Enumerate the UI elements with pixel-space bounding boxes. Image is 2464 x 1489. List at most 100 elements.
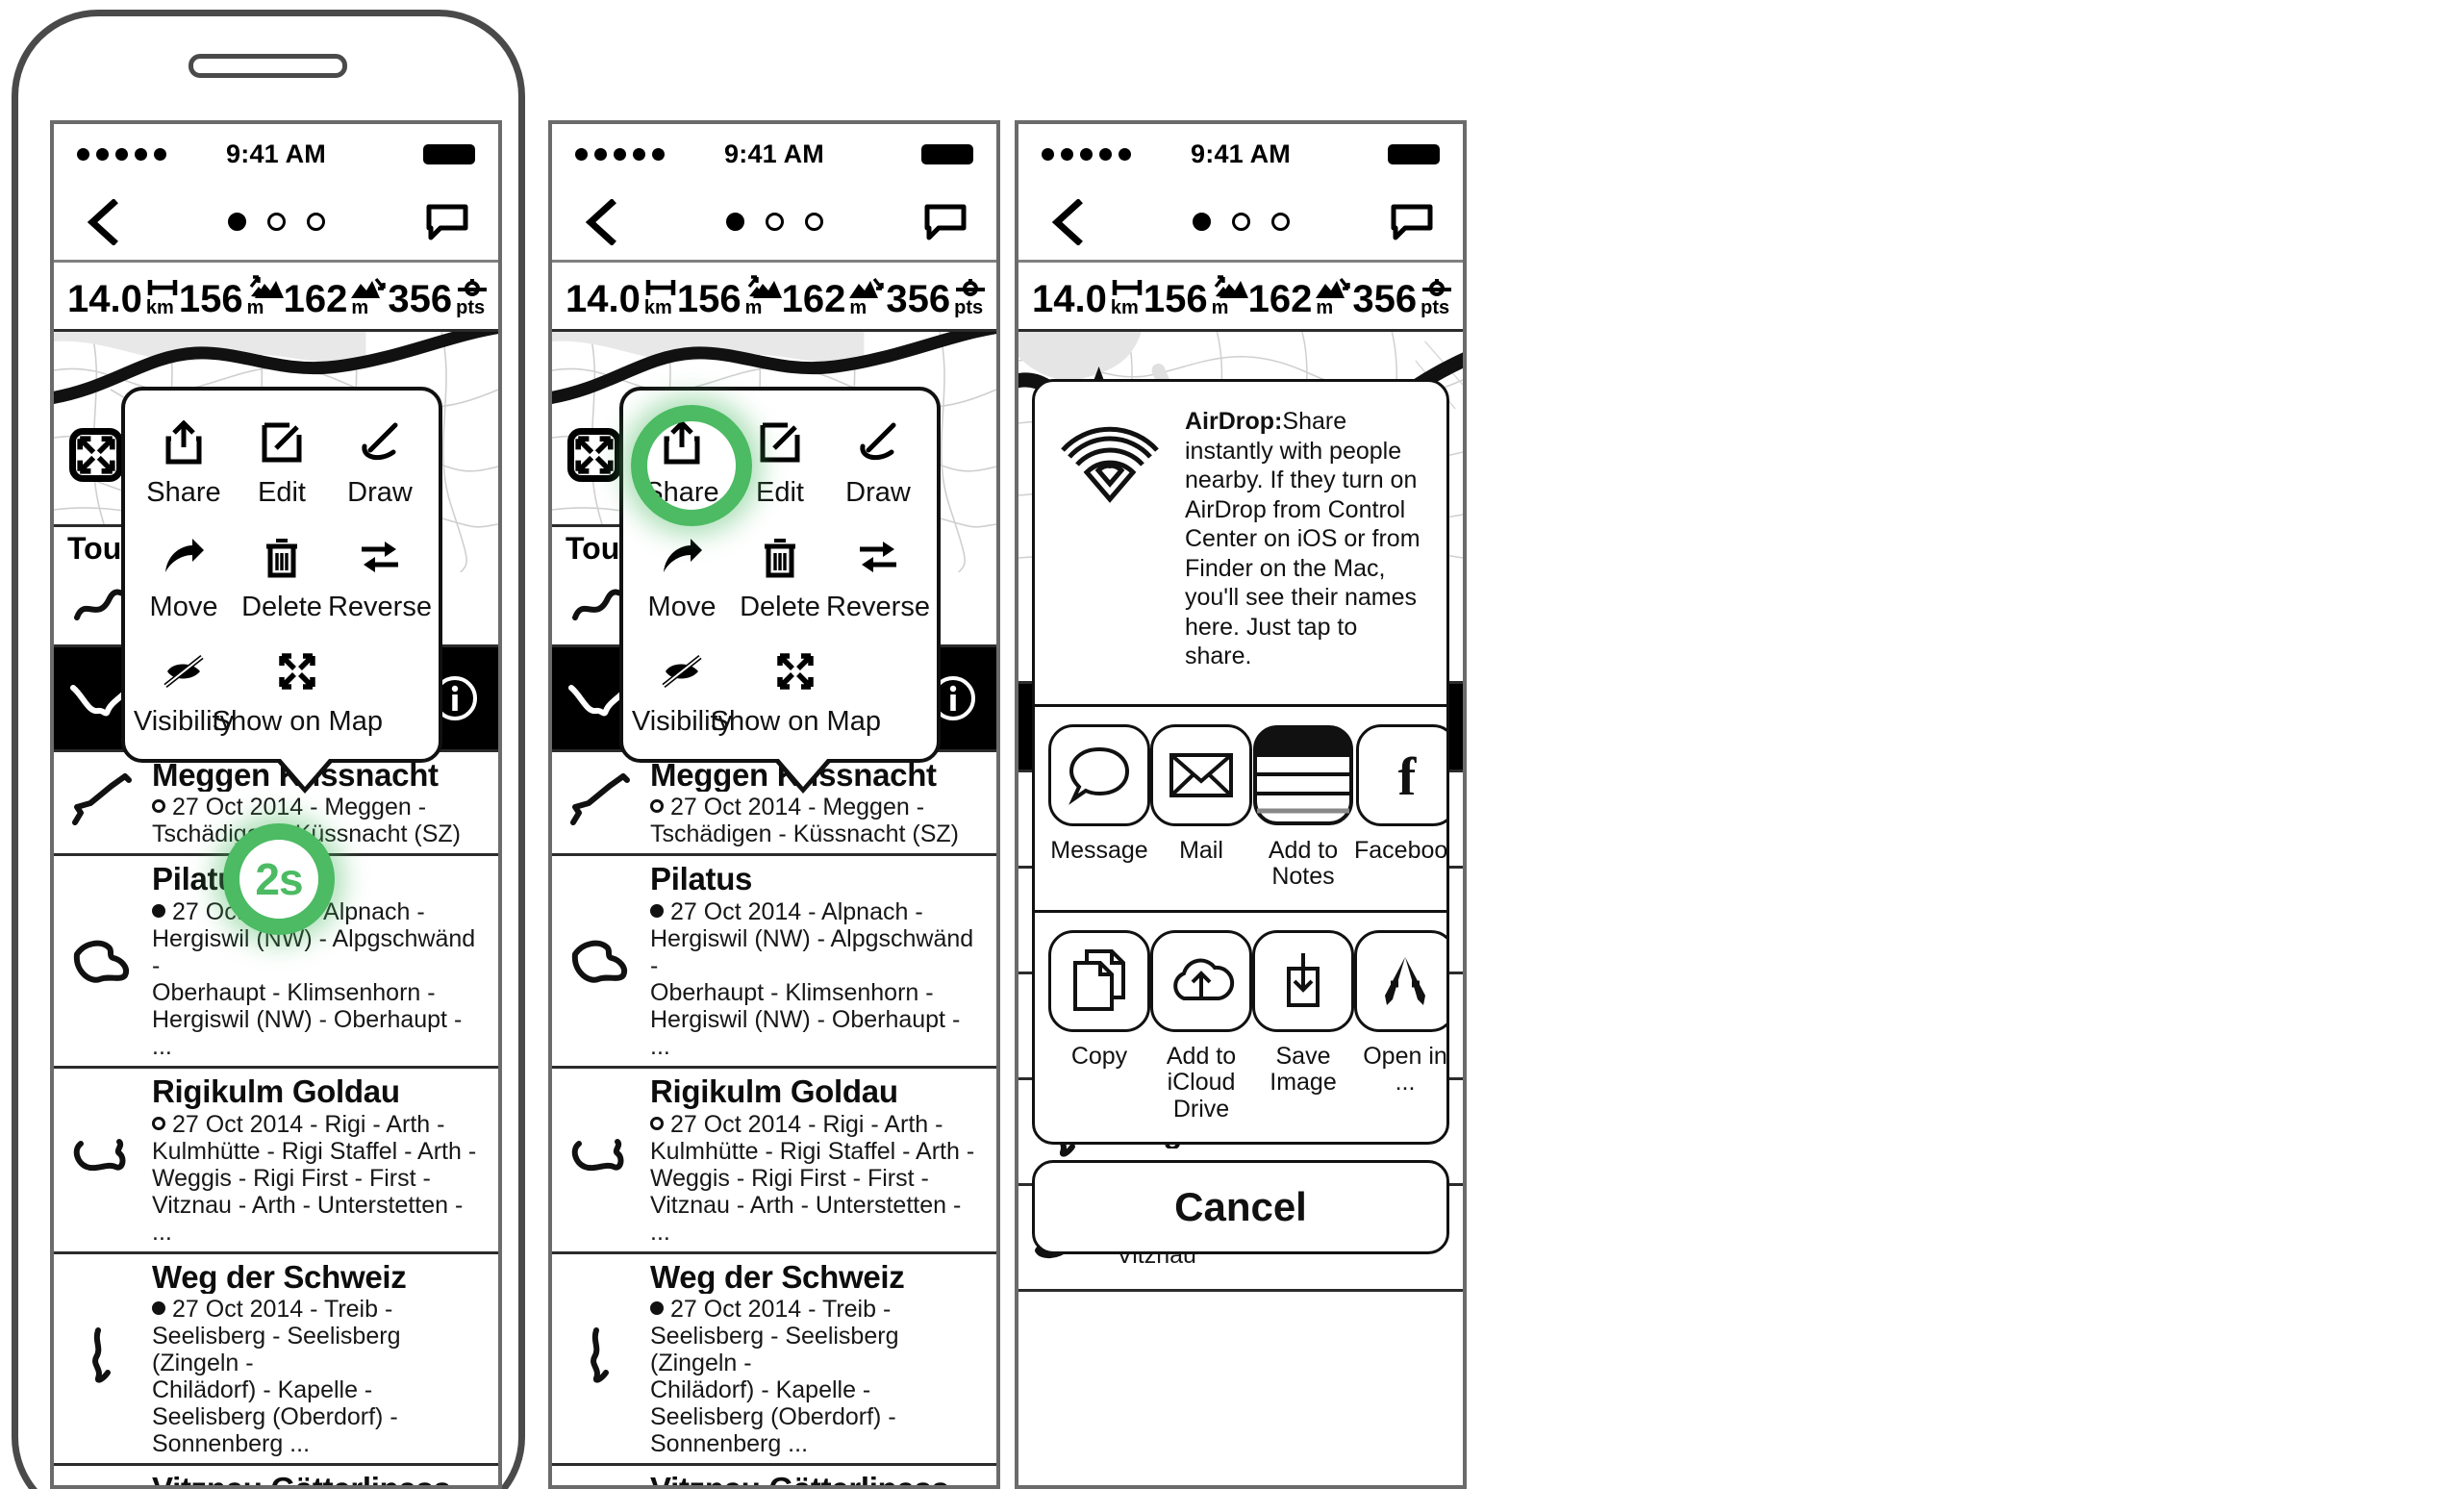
tour-thumbnail: [564, 767, 639, 838]
stat-unit: km: [643, 296, 672, 318]
share-action-copy[interactable]: Copy: [1048, 929, 1150, 1071]
route-shape-icon: [72, 773, 132, 826]
share-action-label: Add to iCloud Drive: [1166, 1042, 1237, 1123]
context-menu-item-move[interactable]: Move: [135, 520, 233, 635]
route-shape-icon: [571, 1138, 624, 1171]
page-dot-3[interactable]: [306, 213, 325, 231]
stats-bar-2: 14.0 km 156 m 162 m 356 pts: [552, 263, 996, 332]
nav-bar-3: [1018, 184, 1463, 263]
stat-value: 162: [1247, 277, 1313, 320]
tour-name: Vitznau Gätterlipass: [650, 1472, 983, 1485]
table-row[interactable]: Rigikulm Goldau 27 Oct 2014 - Rigi - Art…: [54, 1069, 498, 1254]
comment-button[interactable]: [923, 203, 968, 241]
context-menu-item-reverse[interactable]: Reverse: [328, 520, 432, 635]
phone-speaker-1: [189, 54, 347, 78]
status-bar-2: 9:41 AM: [552, 124, 996, 184]
status-clock: 9:41 AM: [724, 139, 824, 168]
context-menu-item-share[interactable]: Share: [135, 406, 233, 520]
chevron-left-icon: [585, 197, 616, 246]
map-fullscreen-button[interactable]: [69, 428, 123, 482]
stat-distance: 14.0 km: [1032, 275, 1144, 318]
context-menu-item-draw[interactable]: Draw: [331, 406, 429, 520]
airdrop-section[interactable]: AirDrop:Share instantly with people near…: [1035, 382, 1446, 707]
reverse-arrows-icon: [361, 542, 398, 572]
table-row[interactable]: Vitznau Gätterlipass 27 Oct 2014 - Vitzn…: [54, 1466, 498, 1485]
share-tile: [1150, 929, 1252, 1032]
context-menu-item-delete[interactable]: Delete: [731, 520, 829, 635]
share-sheet: AirDrop:Share instantly with people near…: [1032, 379, 1449, 1254]
comment-button[interactable]: [425, 203, 469, 241]
map-fullscreen-button[interactable]: [567, 428, 621, 482]
context-menu-item-show-on-map[interactable]: Show on Map: [711, 635, 881, 749]
context-menu-item-edit[interactable]: Edit: [233, 406, 331, 520]
context-menu-item-delete[interactable]: Delete: [233, 520, 331, 635]
page-dot-1[interactable]: [1192, 213, 1211, 231]
table-row[interactable]: Vitznau Gätterlipass27 Oct 2014 - Vitzna…: [552, 1466, 996, 1485]
table-row[interactable]: Rigikulm Goldau 27 Oct 2014 - Rigi - Arth…: [552, 1069, 996, 1254]
context-menu-item-move[interactable]: Move: [633, 520, 731, 635]
cancel-button[interactable]: Cancel: [1032, 1160, 1449, 1254]
phone-screen-1: 9:41 AM 14.0 km 156 m 162 m 356 pts Tour…: [50, 120, 502, 1489]
status-dot: [152, 1116, 165, 1130]
context-menu-item-draw[interactable]: Draw: [829, 406, 927, 520]
context-menu-label: Show on Map: [212, 706, 383, 737]
share-upload-icon: [165, 420, 202, 465]
ascent-icon: [747, 274, 782, 298]
back-button[interactable]: [1047, 197, 1086, 246]
context-menu-item-reverse[interactable]: Reverse: [826, 520, 930, 635]
chevron-left-icon: [87, 197, 118, 246]
share-action-message[interactable]: Message: [1048, 723, 1150, 891]
share-action-save-image[interactable]: Save Image: [1252, 929, 1354, 1097]
status-bar-3: 9:41 AM: [1018, 124, 1463, 184]
stat-unit: pts: [456, 296, 486, 318]
context-menu-item-show-on-map[interactable]: Show on Map: [213, 635, 383, 749]
context-menu-label: Delete: [740, 592, 820, 622]
table-row[interactable]: Weg der Schweiz 27 Oct 2014 - Treib - See…: [552, 1254, 996, 1467]
back-button[interactable]: [581, 197, 619, 246]
stat-value: 162: [283, 277, 348, 320]
table-row[interactable]: Weg der Schweiz 27 Oct 2014 - Treib - Se…: [54, 1254, 498, 1467]
context-menu-label: Draw: [845, 477, 911, 508]
stat-ascent: 156 m: [1144, 274, 1248, 318]
stat-ascent: 156 m: [179, 274, 284, 318]
tour-thumbnail: [564, 1124, 639, 1196]
share-action-facebook[interactable]: f Facebook: [1354, 723, 1446, 891]
share-action-add-to-icloud-drive[interactable]: Add to iCloud Drive: [1150, 929, 1252, 1123]
stat-points: 356 pts: [1352, 275, 1453, 318]
stat-unit: pts: [954, 296, 984, 318]
tour-thumbnail: [65, 767, 140, 838]
share-actions-row-1: Message Mail Add to Notes f Facebook: [1035, 707, 1446, 913]
share-tile: [1252, 929, 1354, 1032]
stat-distance: 14.0 km: [67, 275, 179, 318]
table-row[interactable]: Pilatus 27 Oct 2014 - Alpnach - Hergiswil…: [552, 856, 996, 1069]
context-menu-label: Move: [647, 592, 717, 622]
page-dot-2[interactable]: [765, 213, 784, 231]
stat-unit: m: [1211, 296, 1229, 318]
route-shape-icon: [73, 1138, 126, 1171]
page-dot-3[interactable]: [1270, 213, 1290, 231]
timer-badge-text: 2s: [255, 854, 303, 904]
share-action-open-in[interactable]: Open in ...: [1354, 929, 1446, 1097]
page-dot-1[interactable]: [227, 213, 246, 231]
page-dot-2[interactable]: [266, 213, 286, 231]
comment-button[interactable]: [1390, 203, 1434, 241]
stat-value: 356: [886, 277, 951, 320]
stat-value: 14.0: [566, 277, 641, 320]
copy-documents-icon: [1073, 948, 1125, 1011]
page-dot-3[interactable]: [804, 213, 823, 231]
stat-descent: 162 m: [1247, 275, 1353, 320]
context-menu-1: Share Edit Draw Move Delete Reverse Visi…: [121, 387, 442, 794]
eye-slash-icon: [662, 655, 702, 688]
context-menu-tail: [280, 758, 330, 787]
move-arrow-icon: [663, 539, 702, 572]
chevron-left-icon: [1051, 197, 1083, 246]
share-action-add-to-notes[interactable]: Add to Notes: [1252, 723, 1354, 891]
tour-thumbnail: [65, 925, 140, 997]
back-button[interactable]: [83, 197, 121, 246]
page-dot-2[interactable]: [1231, 213, 1250, 231]
context-menu-tail: [778, 758, 828, 787]
tour-desc: 27 Oct 2014 - Meggen - Tschädigen - Küss…: [650, 794, 959, 848]
page-dot-1[interactable]: [725, 213, 744, 231]
tour-thumbnail: [65, 1323, 140, 1394]
share-action-mail[interactable]: Mail: [1150, 723, 1252, 891]
